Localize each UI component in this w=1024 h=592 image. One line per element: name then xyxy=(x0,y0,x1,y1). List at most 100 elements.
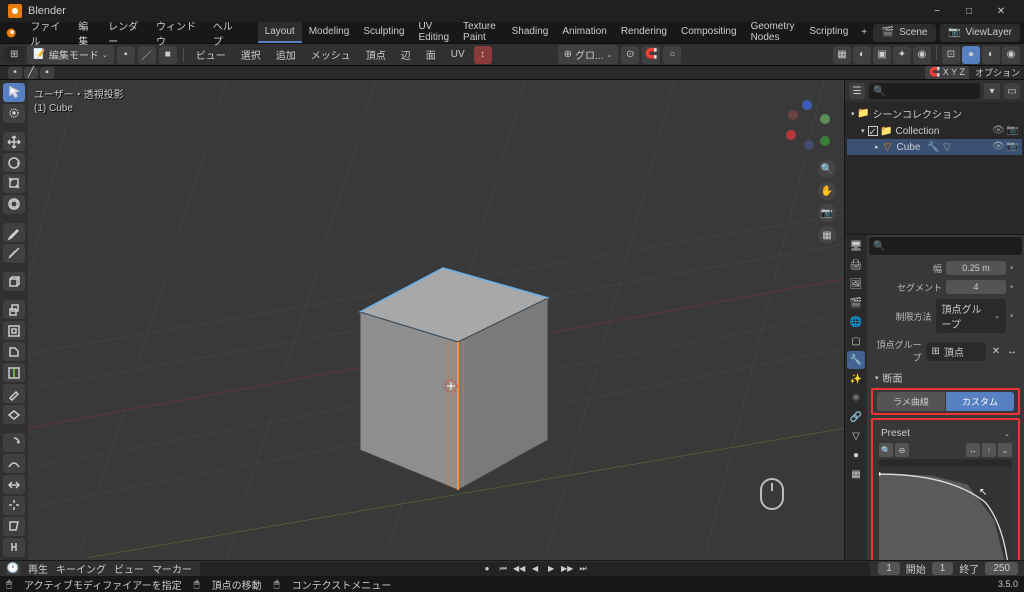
pan-icon[interactable]: ✋ xyxy=(818,182,836,200)
uv-menu[interactable]: UV xyxy=(445,44,471,65)
tool-scale[interactable] xyxy=(3,174,25,193)
curve-tools[interactable]: ⌄ xyxy=(998,443,1012,457)
prop-tab-material[interactable]: ● xyxy=(847,446,865,464)
tool-knife[interactable] xyxy=(3,384,25,403)
tab-compositing[interactable]: Compositing xyxy=(674,22,744,43)
tab-rendering[interactable]: Rendering xyxy=(614,22,674,43)
edge-select-mode[interactable]: ／ xyxy=(138,46,156,64)
solid-shading[interactable]: ● xyxy=(962,46,980,64)
checkbox-icon[interactable]: ✓ xyxy=(868,126,878,136)
properties-search[interactable]: 🔍 xyxy=(869,237,1022,255)
dot-icon[interactable]: • xyxy=(1010,311,1018,322)
tool-polybuild[interactable] xyxy=(3,405,25,424)
tool-bevel[interactable] xyxy=(3,342,25,361)
tool-extrude[interactable] xyxy=(3,300,25,319)
editor-type-button[interactable]: ⊞ xyxy=(4,47,24,62)
overlays-button[interactable]: ◐ xyxy=(853,46,871,64)
vgroup-dropdown[interactable]: ⊞頂点 xyxy=(926,342,987,361)
tool-inset[interactable] xyxy=(3,321,25,340)
vgroup-invert[interactable]: ↔ xyxy=(1006,346,1018,357)
snap-vertex[interactable]: • xyxy=(8,67,22,79)
visibility-icon[interactable]: 👁 xyxy=(992,125,1004,137)
tool-shrink[interactable] xyxy=(3,496,25,515)
prop-tab-render[interactable]: 🖥 xyxy=(847,237,865,255)
camera-icon[interactable]: 📷 xyxy=(818,204,836,222)
start-frame[interactable]: 1 xyxy=(932,562,954,575)
prop-tab-particles[interactable]: ✨ xyxy=(847,370,865,388)
next-key-button[interactable]: ▶▶ xyxy=(560,562,574,576)
tab-modeling[interactable]: Modeling xyxy=(302,22,357,43)
segments-field[interactable]: 4 xyxy=(946,280,1006,294)
gizmo-z[interactable] xyxy=(802,100,812,110)
width-field[interactable]: 0.25 m xyxy=(946,261,1006,275)
render-icon[interactable]: 📷 xyxy=(1006,125,1018,137)
select-menu[interactable]: 選択 xyxy=(235,44,267,65)
btn-custom[interactable]: カスタム xyxy=(946,392,1014,411)
tool-move[interactable] xyxy=(3,132,25,151)
gizmo-x[interactable] xyxy=(786,130,796,140)
edge-menu[interactable]: 辺 xyxy=(395,44,417,65)
menu-file[interactable]: ファイル xyxy=(24,22,72,43)
mode-selector[interactable]: 📝 編集モード ⌄ xyxy=(27,45,113,64)
play-button[interactable]: ▶ xyxy=(544,562,558,576)
wireframe-shading[interactable]: ⊡ xyxy=(942,46,960,64)
gizmo-button[interactable]: ✦ xyxy=(893,46,911,64)
jump-end-button[interactable]: ⏭ xyxy=(576,562,590,576)
curve-zoom-in[interactable]: 🔍 xyxy=(879,443,893,457)
curve-clip-h[interactable]: ↔ xyxy=(966,443,980,457)
end-frame[interactable]: 250 xyxy=(985,562,1018,575)
timeline-editor-icon[interactable]: 🕐 xyxy=(6,563,20,575)
tool-transform[interactable] xyxy=(3,195,25,214)
snap-face[interactable]: ▪ xyxy=(40,67,54,79)
menu-help[interactable]: ヘルプ xyxy=(207,22,246,43)
section-danmen[interactable]: 断面 xyxy=(869,367,1022,388)
menu-render[interactable]: レンダー xyxy=(102,22,150,43)
prop-tab-modifier[interactable]: 🔧 xyxy=(847,351,865,369)
prop-tab-world[interactable]: 🌐 xyxy=(847,313,865,331)
snap-edge[interactable]: ╱ xyxy=(24,67,38,79)
navigation-gizmo[interactable] xyxy=(784,100,834,150)
prop-tab-physics[interactable]: ⚛ xyxy=(847,389,865,407)
overlays-toggle[interactable]: ◉ xyxy=(913,46,931,64)
tree-cube[interactable]: ▸ ▽ Cube 🔧 ▽ 👁 📷 xyxy=(847,139,1022,155)
limit-dropdown[interactable]: 頂点グループ⌄ xyxy=(936,299,1007,333)
tool-measure[interactable] xyxy=(3,244,25,263)
mesh-menu[interactable]: メッシュ xyxy=(305,44,357,65)
curve-zoom-out[interactable]: ⊖ xyxy=(895,443,909,457)
prop-tab-output[interactable]: 🖨 xyxy=(847,256,865,274)
tree-collection[interactable]: ▾ ✓ 📁 Collection 👁 📷 xyxy=(847,123,1022,139)
add-menu[interactable]: 追加 xyxy=(270,44,302,65)
tab-uvediting[interactable]: UV Editing xyxy=(411,22,456,43)
prev-key-button[interactable]: ◀◀ xyxy=(512,562,526,576)
outliner-search[interactable]: 🔍 xyxy=(869,83,980,99)
preset-dropdown-icon[interactable]: ⌄ xyxy=(1004,430,1010,438)
outliner-filter[interactable]: ▾ xyxy=(984,83,1000,99)
current-frame[interactable]: 1 xyxy=(878,562,900,575)
gizmo-y[interactable] xyxy=(820,114,830,124)
tool-select[interactable] xyxy=(3,83,25,102)
vgroup-clear[interactable]: ✕ xyxy=(990,346,1002,357)
tab-scripting[interactable]: Scripting xyxy=(802,22,855,43)
btn-lame-curve[interactable]: ラメ曲線 xyxy=(877,392,945,411)
preset-label[interactable]: Preset xyxy=(881,428,910,439)
visibility-icon[interactable]: 👁 xyxy=(992,141,1004,153)
tool-rip[interactable] xyxy=(3,538,25,557)
timeline-play-menu[interactable]: 再生 xyxy=(28,561,48,576)
face-select-mode[interactable]: ■ xyxy=(159,46,177,64)
uv-sync-button[interactable]: ↕ xyxy=(474,46,492,64)
minimize-button[interactable]: − xyxy=(922,0,952,22)
timeline-track[interactable]: ● ⏮ ◀◀ ◀ ▶ ▶▶ ⏭ xyxy=(200,562,870,576)
tab-animation[interactable]: Animation xyxy=(555,22,613,43)
tab-geonodes[interactable]: Geometry Nodes xyxy=(744,22,803,43)
cube-mesh[interactable] xyxy=(348,250,558,500)
tab-layout[interactable]: Layout xyxy=(258,22,302,43)
tab-texturepaint[interactable]: Texture Paint xyxy=(456,22,505,43)
tool-smooth[interactable] xyxy=(3,454,25,473)
prop-tab-data[interactable]: ▽ xyxy=(847,427,865,445)
timeline-view-menu[interactable]: ビュー xyxy=(114,561,144,576)
options-dropdown[interactable]: オプション xyxy=(975,66,1020,79)
jump-start-button[interactable]: ⏮ xyxy=(496,562,510,576)
prop-tab-viewlayer[interactable]: 🖼 xyxy=(847,275,865,293)
tool-rotate[interactable] xyxy=(3,153,25,172)
autokey-button[interactable]: ● xyxy=(480,562,494,576)
